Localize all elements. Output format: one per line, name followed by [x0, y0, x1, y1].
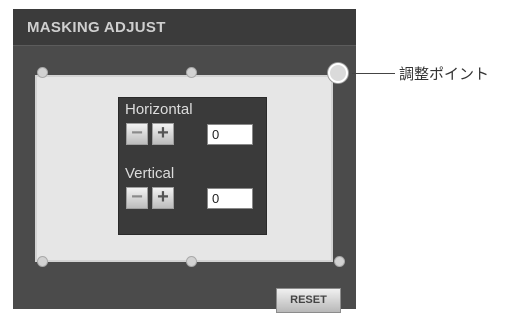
horizontal-minus-button[interactable]: − [126, 123, 148, 145]
handle-bottom-center-icon[interactable] [186, 256, 197, 267]
vertical-label: Vertical [125, 165, 175, 182]
callout-label: 調整ポイント [399, 65, 490, 83]
reset-button[interactable]: RESET [276, 288, 341, 313]
handle-top-center-icon[interactable] [186, 67, 197, 78]
handle-bottom-left-icon[interactable] [37, 256, 48, 267]
vertical-minus-button[interactable]: − [126, 187, 148, 209]
handle-top-right-highlighted-icon[interactable] [328, 63, 348, 83]
callout-line [352, 73, 395, 74]
vertical-value-field[interactable]: 0 [207, 188, 253, 209]
handle-top-left-icon[interactable] [37, 67, 48, 78]
horizontal-value-field[interactable]: 0 [207, 124, 253, 145]
title-divider [13, 45, 356, 46]
handle-bottom-right-icon[interactable] [334, 256, 345, 267]
position-control-box: Horizontal − + 0 Vertical − + 0 [118, 97, 267, 235]
vertical-plus-button[interactable]: + [152, 187, 174, 209]
horizontal-plus-button[interactable]: + [152, 123, 174, 145]
panel-title: MASKING ADJUST [27, 19, 166, 36]
panel-titlebar: MASKING ADJUST [13, 9, 356, 45]
horizontal-label: Horizontal [125, 101, 193, 118]
